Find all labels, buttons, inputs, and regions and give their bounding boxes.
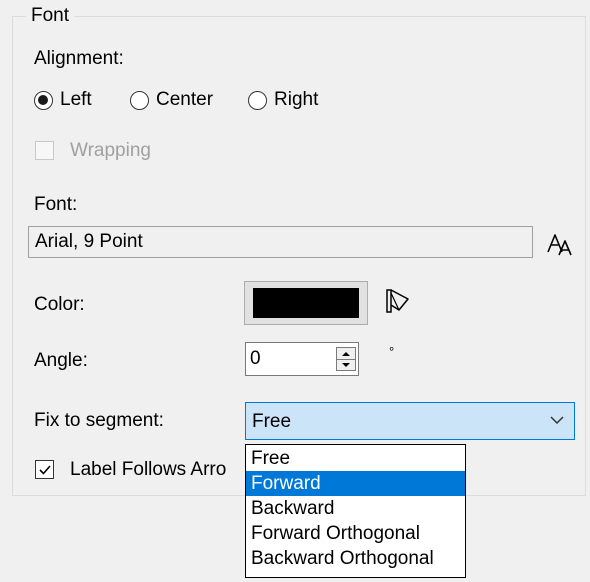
color-swatch-button[interactable] xyxy=(244,281,368,325)
angle-spinbox[interactable]: 0 xyxy=(245,342,359,376)
fix-to-segment-value: Free xyxy=(252,411,292,432)
color-swatch-fill xyxy=(253,288,359,318)
caret-up-icon xyxy=(342,351,350,356)
label-follows-arrow-label: Label Follows Arro xyxy=(70,459,227,480)
checkmark-icon xyxy=(38,464,51,475)
wrapping-label: Wrapping xyxy=(70,140,151,161)
radio-center-label: Center xyxy=(156,89,214,110)
chevron-down-icon xyxy=(550,416,564,425)
label-follows-arrow-checkbox[interactable] xyxy=(35,460,54,479)
radio-align-right[interactable]: Right xyxy=(248,88,318,112)
font-group-title: Font xyxy=(26,4,75,28)
radio-align-left[interactable]: Left xyxy=(34,88,92,112)
angle-label: Angle: xyxy=(34,350,88,371)
font-display-field: Arial, 9 Point xyxy=(28,226,533,258)
font-picker-icon[interactable] xyxy=(546,232,574,258)
radio-right-indicator xyxy=(248,90,267,110)
dropdown-option-backward[interactable]: Backward xyxy=(246,496,465,521)
angle-value: 0 xyxy=(250,348,261,369)
radio-align-center[interactable]: Center xyxy=(130,88,213,112)
dropdown-option-forward[interactable]: Forward xyxy=(246,471,465,496)
radio-center-indicator xyxy=(130,90,149,110)
spin-down-button[interactable] xyxy=(337,359,355,370)
paint-bucket-icon[interactable] xyxy=(384,286,414,316)
fix-to-segment-label: Fix to segment: xyxy=(34,410,164,431)
alignment-label: Alignment: xyxy=(34,48,124,69)
dropdown-option-forward-orthogonal[interactable]: Forward Orthogonal xyxy=(246,521,465,546)
angle-spin-buttons xyxy=(336,347,356,371)
color-label: Color: xyxy=(34,294,85,315)
fix-to-segment-dropdown[interactable]: Free xyxy=(245,402,575,440)
radio-right-label: Right xyxy=(274,89,319,110)
caret-down-icon xyxy=(342,362,350,367)
degree-symbol: ° xyxy=(389,344,395,359)
fix-to-segment-list: Free Forward Backward Forward Orthogonal… xyxy=(245,444,466,578)
dropdown-option-free[interactable]: Free xyxy=(246,446,465,471)
wrapping-checkbox[interactable] xyxy=(35,141,54,160)
dropdown-option-backward-orthogonal[interactable]: Backward Orthogonal xyxy=(246,546,465,571)
radio-left-label: Left xyxy=(60,89,92,110)
font-label: Font: xyxy=(34,194,78,215)
radio-left-indicator xyxy=(34,90,53,110)
